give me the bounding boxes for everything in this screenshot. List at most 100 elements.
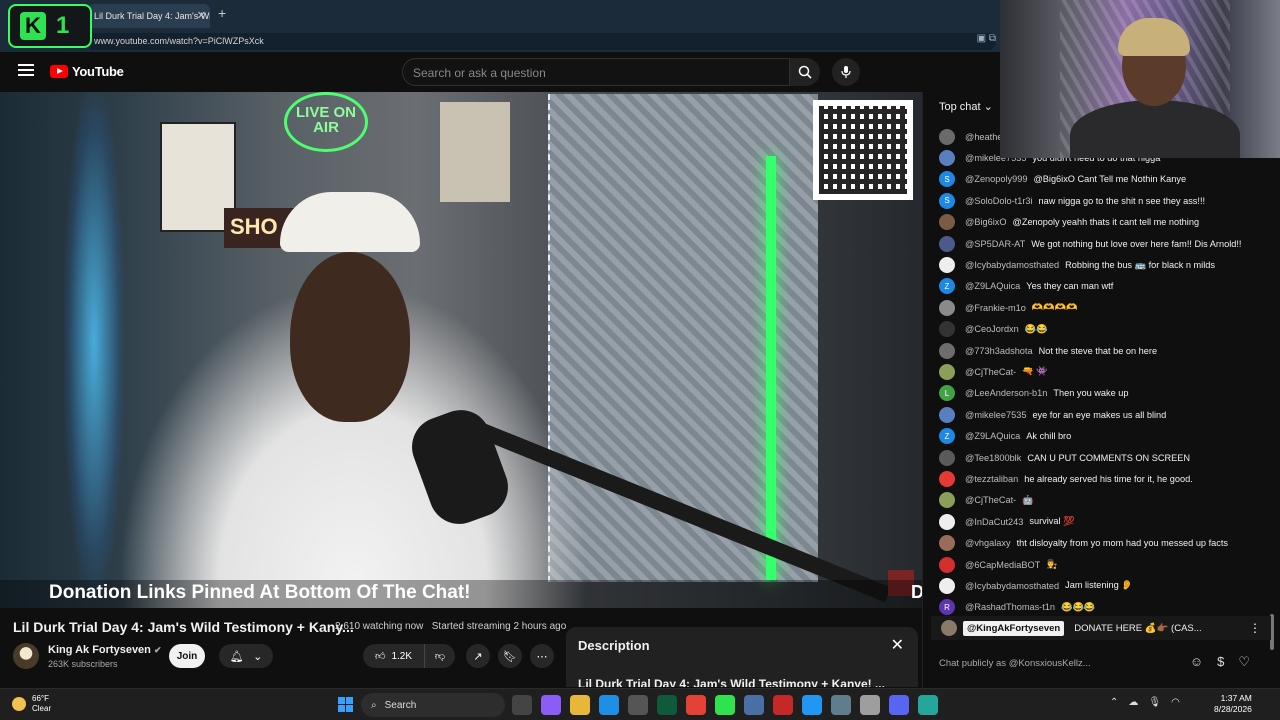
thumbs-down-icon: 👎︎: [434, 651, 446, 662]
share-button[interactable]: ↗: [466, 644, 490, 668]
notepad-icon[interactable]: [744, 695, 764, 715]
app-icon[interactable]: [918, 695, 938, 715]
weather-widget[interactable]: 66°F Clear: [12, 694, 51, 713]
chat-author[interactable]: @Zenopoly999: [965, 174, 1027, 184]
avatar: S: [939, 171, 955, 188]
chat-author[interactable]: @Icybabydamosthated: [965, 260, 1059, 270]
taskbar-search[interactable]: ⌕ Search: [361, 693, 505, 717]
clock[interactable]: 1:37 AM 8/28/2026: [1214, 693, 1252, 716]
save-button[interactable]: 🔖︎: [498, 644, 522, 668]
chat-author[interactable]: @vhgalaxy: [965, 538, 1011, 548]
chat-author[interactable]: @6CapMediaBOT: [965, 560, 1040, 570]
chat-author[interactable]: @SP5DAR-AT: [965, 239, 1025, 249]
new-tab-icon[interactable]: +: [218, 5, 226, 21]
emoji-icon[interactable]: ☺: [1190, 654, 1203, 670]
chat-author[interactable]: @tezztaliban: [965, 474, 1018, 484]
close-icon[interactable]: ✕: [891, 635, 904, 655]
menu-icon[interactable]: [18, 64, 34, 76]
chat-author[interactable]: @mikelee7535: [965, 410, 1026, 420]
chat-message[interactable]: Z @Z9LAQuica Ak chill bro: [923, 425, 1269, 446]
chat-message[interactable]: @vhgalaxy tht disloyalty from yo mom had …: [923, 532, 1269, 553]
like-button[interactable]: 👍︎ 1.2K: [363, 644, 425, 668]
more-actions-button[interactable]: ⋯: [530, 644, 554, 668]
youtube-logo[interactable]: YouTube: [50, 64, 124, 79]
avatar: [939, 470, 955, 487]
chat-message[interactable]: @Tee1800blk CAN U PUT COMMENTS ON SCREEN: [923, 447, 1269, 468]
cloud-icon[interactable]: ☁: [1128, 697, 1138, 708]
chat-message[interactable]: @Icybabydamosthated Robbing the bus 🚌 for…: [923, 254, 1269, 275]
copilot-icon[interactable]: [541, 695, 561, 715]
chat-author[interactable]: @heathe: [965, 132, 1002, 142]
voice-search-button[interactable]: [832, 58, 860, 86]
chat-message[interactable]: @InDaCut243 survival 💯: [923, 511, 1269, 532]
chat-message[interactable]: @SP5DAR-AT We got nothing but love over h…: [923, 233, 1269, 254]
avatar: [939, 214, 955, 231]
chat-author[interactable]: @LeeAnderson-b1n: [965, 388, 1047, 398]
settings-icon[interactable]: [831, 695, 851, 715]
chrome-icon[interactable]: [686, 695, 706, 715]
chevron-up-icon[interactable]: ⌃: [1110, 697, 1118, 708]
channel-name[interactable]: King Ak Fortyseven ✔: [48, 644, 162, 656]
video-app-icon[interactable]: [773, 695, 793, 715]
search-button[interactable]: [790, 58, 820, 86]
chat-message[interactable]: @CjTheCat- 🤖: [923, 490, 1269, 511]
chat-message[interactable]: @773h3adshota Not the steve that be on he…: [923, 340, 1269, 361]
chat-message[interactable]: L @LeeAnderson-b1n Then you wake up: [923, 383, 1269, 404]
discord-icon[interactable]: [889, 695, 909, 715]
chat-author[interactable]: @CeoJordxn: [965, 324, 1019, 334]
chat-author[interactable]: @CjTheCat-: [965, 495, 1016, 505]
wifi-icon[interactable]: ◠: [1171, 697, 1180, 708]
address-bar[interactable]: www.youtube.com/watch?v=PiClWZPsXck: [86, 33, 996, 50]
task-view-icon[interactable]: [512, 695, 532, 715]
chat-author[interactable]: @Z9LAQuica: [965, 431, 1020, 441]
chat-scrollbar[interactable]: [1270, 154, 1276, 674]
windows-start-icon[interactable]: [338, 697, 353, 712]
mic-icon[interactable]: 🎙︎: [1148, 697, 1161, 708]
chat-author[interactable]: @RashadThomas-t1n: [965, 602, 1055, 612]
chat-message[interactable]: S @SoloDolo-t1r3i naw nigga go to the shit…: [923, 190, 1269, 211]
chat-author[interactable]: @Icybabydamosthated: [965, 581, 1059, 591]
chat-author[interactable]: @773h3adshota: [965, 346, 1033, 356]
store-icon[interactable]: [628, 695, 648, 715]
file-explorer-icon[interactable]: [570, 695, 590, 715]
chat-message[interactable]: @tezztaliban he already served his time f…: [923, 468, 1269, 489]
chat-message[interactable]: @Icybabydamosthated Jam listening 👂: [923, 575, 1269, 596]
notification-bell-button[interactable]: 🔔︎ ⌄: [219, 644, 273, 668]
channel-avatar[interactable]: [13, 643, 39, 669]
chat-author[interactable]: @InDaCut243: [965, 517, 1023, 527]
chat-author[interactable]: @Big6ixO: [965, 217, 1007, 227]
chat-message[interactable]: @CeoJordxn 😂😂: [923, 319, 1269, 340]
terminal-icon[interactable]: [657, 695, 677, 715]
kick-icon[interactable]: [715, 695, 735, 715]
dislike-button[interactable]: 👎︎: [425, 650, 455, 662]
chat-message[interactable]: @Frankie-m1o 🫶🫶🫶🫶: [923, 297, 1269, 318]
super-chat-icon[interactable]: $: [1217, 654, 1224, 670]
browser-tab[interactable]: Lil Durk Trial Day 4: Jam's Wild ✕: [88, 4, 210, 28]
chat-author[interactable]: @Tee1800blk: [965, 453, 1021, 463]
chat-filter-dropdown[interactable]: Top chat ⌄: [939, 100, 993, 113]
chat-author[interactable]: @Z9LAQuica: [965, 281, 1020, 291]
extensions-icon[interactable]: ▣ ⧉: [977, 33, 996, 44]
pinned-message[interactable]: @KingAkFortyseven DONATE HERE 💰👉🏾 (CAS..…: [931, 616, 1271, 640]
chat-message[interactable]: R @RashadThomas-t1n 😂😂😂: [923, 597, 1269, 616]
join-button[interactable]: Join: [169, 644, 205, 668]
heart-icon[interactable]: ♡: [1238, 654, 1250, 670]
photos-icon[interactable]: [802, 695, 822, 715]
chat-message[interactable]: @mikelee7535 eye for an eye makes us all …: [923, 404, 1269, 425]
video-player[interactable]: LIVE ON AIR SHO Donation Links Pinned At…: [0, 92, 922, 608]
chat-author[interactable]: @Frankie-m1o: [965, 303, 1026, 313]
chat-message[interactable]: S @Zenopoly999 @Big6ixO Cant Tell me Nothi…: [923, 169, 1269, 190]
chat-author[interactable]: @CjTheCat-: [965, 367, 1016, 377]
more-vert-icon[interactable]: ⋮: [1249, 621, 1261, 635]
chat-message[interactable]: Z @Z9LAQuica Yes they can man wtf: [923, 276, 1269, 297]
avatar: [939, 513, 955, 530]
search-input[interactable]: Search or ask a question: [402, 58, 790, 86]
edge-icon[interactable]: [599, 695, 619, 715]
chat-message[interactable]: @Big6ixO @Zenopoly yeahh thats it cant te…: [923, 212, 1269, 233]
chat-author[interactable]: @SoloDolo-t1r3i: [965, 196, 1033, 206]
close-icon[interactable]: ✕: [197, 9, 206, 22]
obs-icon[interactable]: [860, 695, 880, 715]
chat-message[interactable]: @6CapMediaBOT 👨‍⚖️: [923, 554, 1269, 575]
chat-message[interactable]: @CjTheCat- 🔫 👾: [923, 361, 1269, 382]
chat-input[interactable]: Chat publicly as @KonsxiousKellz...: [939, 658, 1091, 669]
